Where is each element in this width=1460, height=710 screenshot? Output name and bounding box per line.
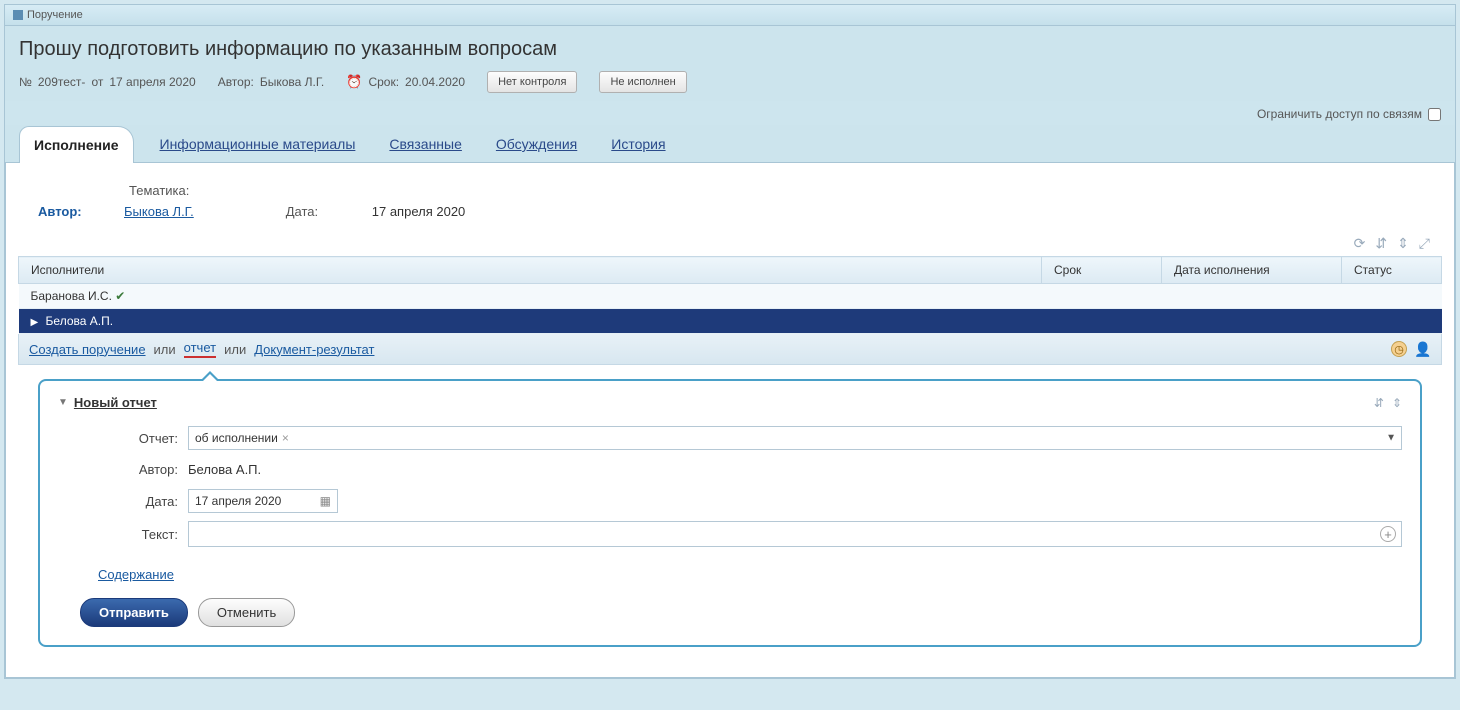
- report-author-label: Автор:: [58, 462, 178, 477]
- refresh-icon[interactable]: ⟳: [1354, 235, 1366, 252]
- cancel-button[interactable]: Отменить: [198, 598, 295, 627]
- window-icon: [13, 10, 23, 20]
- reminder-icon[interactable]: ◷: [1391, 341, 1407, 357]
- tab-discussions[interactable]: Обсуждения: [488, 126, 585, 162]
- sort-icon[interactable]: ⇕: [1397, 235, 1409, 252]
- window-title: Поручение: [27, 9, 83, 21]
- tab-related[interactable]: Связанные: [381, 126, 470, 162]
- no-control-button[interactable]: Нет контроля: [487, 71, 577, 93]
- report-type-select[interactable]: об исполнении × ▼: [188, 426, 1402, 450]
- col-status[interactable]: Статус: [1342, 257, 1442, 284]
- create-report-link[interactable]: отчет: [184, 340, 216, 358]
- clock-icon: ⏰: [346, 74, 362, 90]
- col-exec-date[interactable]: Дата исполнения: [1162, 257, 1342, 284]
- panel-collapse-icon[interactable]: ⇵: [1374, 396, 1384, 410]
- col-deadline[interactable]: Срок: [1042, 257, 1162, 284]
- author-label: Автор:: [38, 204, 108, 219]
- tab-materials[interactable]: Информационные материалы: [152, 126, 364, 162]
- restrict-access-checkbox[interactable]: [1428, 108, 1441, 121]
- topic-label: Тематика:: [129, 183, 199, 198]
- add-text-icon[interactable]: +: [1380, 526, 1396, 542]
- table-row[interactable]: Баранова И.С. ✔: [19, 284, 1442, 309]
- report-type-label: Отчет:: [58, 431, 178, 446]
- collapse-triangle-icon[interactable]: ▼: [58, 397, 68, 408]
- table-toolbar: ⟳ ⇵ ⇕ ⤢: [18, 231, 1442, 256]
- restrict-access-row: Ограничить доступ по связям: [5, 101, 1455, 125]
- panel-title: Новый отчет: [74, 395, 157, 410]
- date-value: 17 апреля 2020: [372, 204, 466, 219]
- check-icon: ✔: [115, 289, 125, 303]
- report-author-value: Белова А.П.: [188, 458, 261, 481]
- doc-deadline: ⏰ Срок: 20.04.2020: [346, 74, 465, 90]
- content-link[interactable]: Содержание: [98, 567, 174, 582]
- document-header: Прошу подготовить информацию по указанны…: [5, 26, 1455, 101]
- panel-sort-icon[interactable]: ⇕: [1392, 396, 1402, 410]
- expand-icon[interactable]: ⤢: [1419, 235, 1430, 252]
- window-title-bar: Поручение: [5, 5, 1455, 26]
- tab-bar: Исполнение Информационные материалы Связ…: [5, 125, 1455, 163]
- tab-history[interactable]: История: [603, 126, 673, 162]
- author-link[interactable]: Быкова Л.Г.: [124, 204, 194, 219]
- executor-name: Баранова И.С.: [31, 289, 112, 303]
- create-task-link[interactable]: Создать поручение: [29, 342, 146, 357]
- triangle-icon: ▶: [31, 317, 39, 328]
- not-executed-button[interactable]: Не исполнен: [599, 71, 686, 93]
- chevron-down-icon: ▼: [1386, 433, 1396, 444]
- report-date-label: Дата:: [58, 494, 178, 509]
- doc-number: № 209тест- от 17 апреля 2020: [19, 75, 196, 89]
- table-row[interactable]: ▶ Белова А.П.: [19, 309, 1442, 334]
- col-executors[interactable]: Исполнители: [19, 257, 1042, 284]
- user-icon[interactable]: 👤: [1415, 341, 1431, 357]
- executor-name: Белова А.П.: [46, 314, 114, 328]
- submit-button[interactable]: Отправить: [80, 598, 188, 627]
- new-report-panel: ▼ Новый отчет ⇵ ⇕ Отчет: об исполнении ×…: [38, 379, 1422, 647]
- calendar-icon[interactable]: ▦: [320, 494, 331, 508]
- report-text-input[interactable]: [188, 521, 1402, 547]
- date-label: Дата:: [286, 204, 356, 219]
- clear-tag-icon[interactable]: ×: [282, 431, 289, 445]
- doc-author: Автор: Быкова Л.Г.: [218, 75, 325, 89]
- create-document-link[interactable]: Документ-результат: [254, 342, 374, 357]
- page-title: Прошу подготовить информацию по указанны…: [19, 38, 1441, 61]
- report-text-label: Текст:: [58, 527, 178, 542]
- tab-execution[interactable]: Исполнение: [19, 126, 134, 163]
- collapse-icon[interactable]: ⇵: [1375, 235, 1387, 252]
- report-date-input[interactable]: 17 апреля 2020 ▦: [188, 489, 338, 513]
- executors-table: Исполнители Срок Дата исполнения Статус …: [18, 256, 1442, 334]
- action-bar: Создать поручение или отчет или Документ…: [18, 334, 1442, 365]
